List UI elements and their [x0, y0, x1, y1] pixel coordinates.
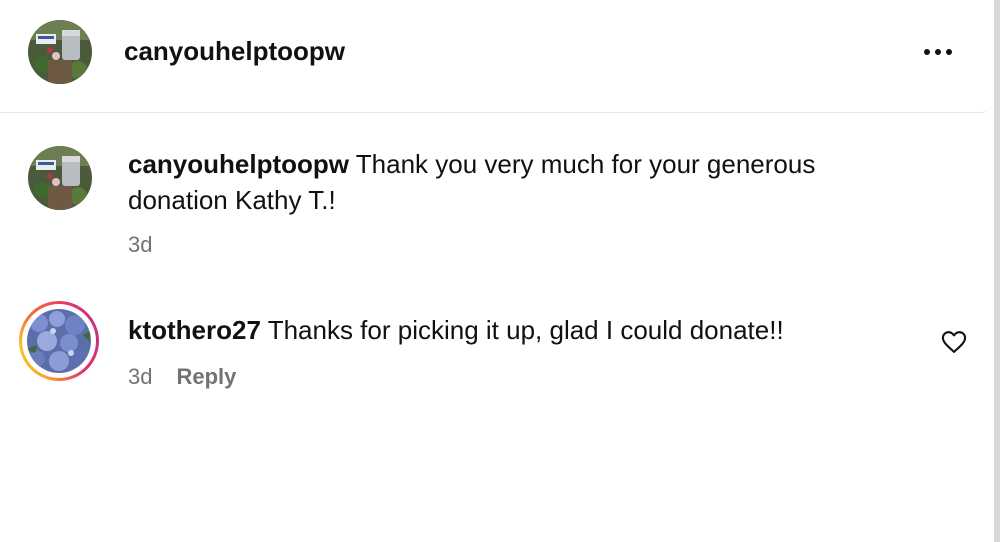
- header-username[interactable]: canyouhelptoopw: [124, 36, 345, 67]
- avatar[interactable]: [28, 20, 92, 84]
- comment-username[interactable]: canyouhelptoopw: [128, 149, 349, 179]
- more-horizontal-icon: [924, 49, 930, 55]
- comment-meta: 3d: [128, 232, 152, 258]
- comment-username[interactable]: ktothero27: [128, 315, 261, 345]
- post-header: canyouhelptoopw: [0, 0, 990, 113]
- comment-timestamp[interactable]: 3d: [128, 364, 152, 390]
- more-dot: [946, 49, 952, 55]
- scrollbar-track[interactable]: [994, 0, 1000, 542]
- reply-button[interactable]: Reply: [176, 364, 236, 390]
- comments-panel: canyouhelptoopw canyouhelptoopw Thank yo…: [0, 0, 1000, 542]
- comment-text: ktothero27 Thanks for picking it up, gla…: [128, 312, 918, 348]
- comment-meta: 3d Reply: [128, 364, 236, 390]
- more-options-button[interactable]: [918, 38, 958, 66]
- comment-body: Thanks for picking it up, glad I could d…: [267, 315, 784, 345]
- comment-item: canyouhelptoopw Thank you very much for …: [0, 140, 990, 270]
- avatar[interactable]: [27, 309, 91, 373]
- comment-timestamp[interactable]: 3d: [128, 232, 152, 258]
- comment-text: canyouhelptoopw Thank you very much for …: [128, 146, 918, 218]
- more-dot: [935, 49, 941, 55]
- heart-outline-icon: [941, 331, 967, 353]
- comment-item: ktothero27 Thanks for picking it up, gla…: [0, 300, 990, 410]
- like-comment-button[interactable]: [940, 328, 968, 356]
- avatar[interactable]: [28, 146, 92, 210]
